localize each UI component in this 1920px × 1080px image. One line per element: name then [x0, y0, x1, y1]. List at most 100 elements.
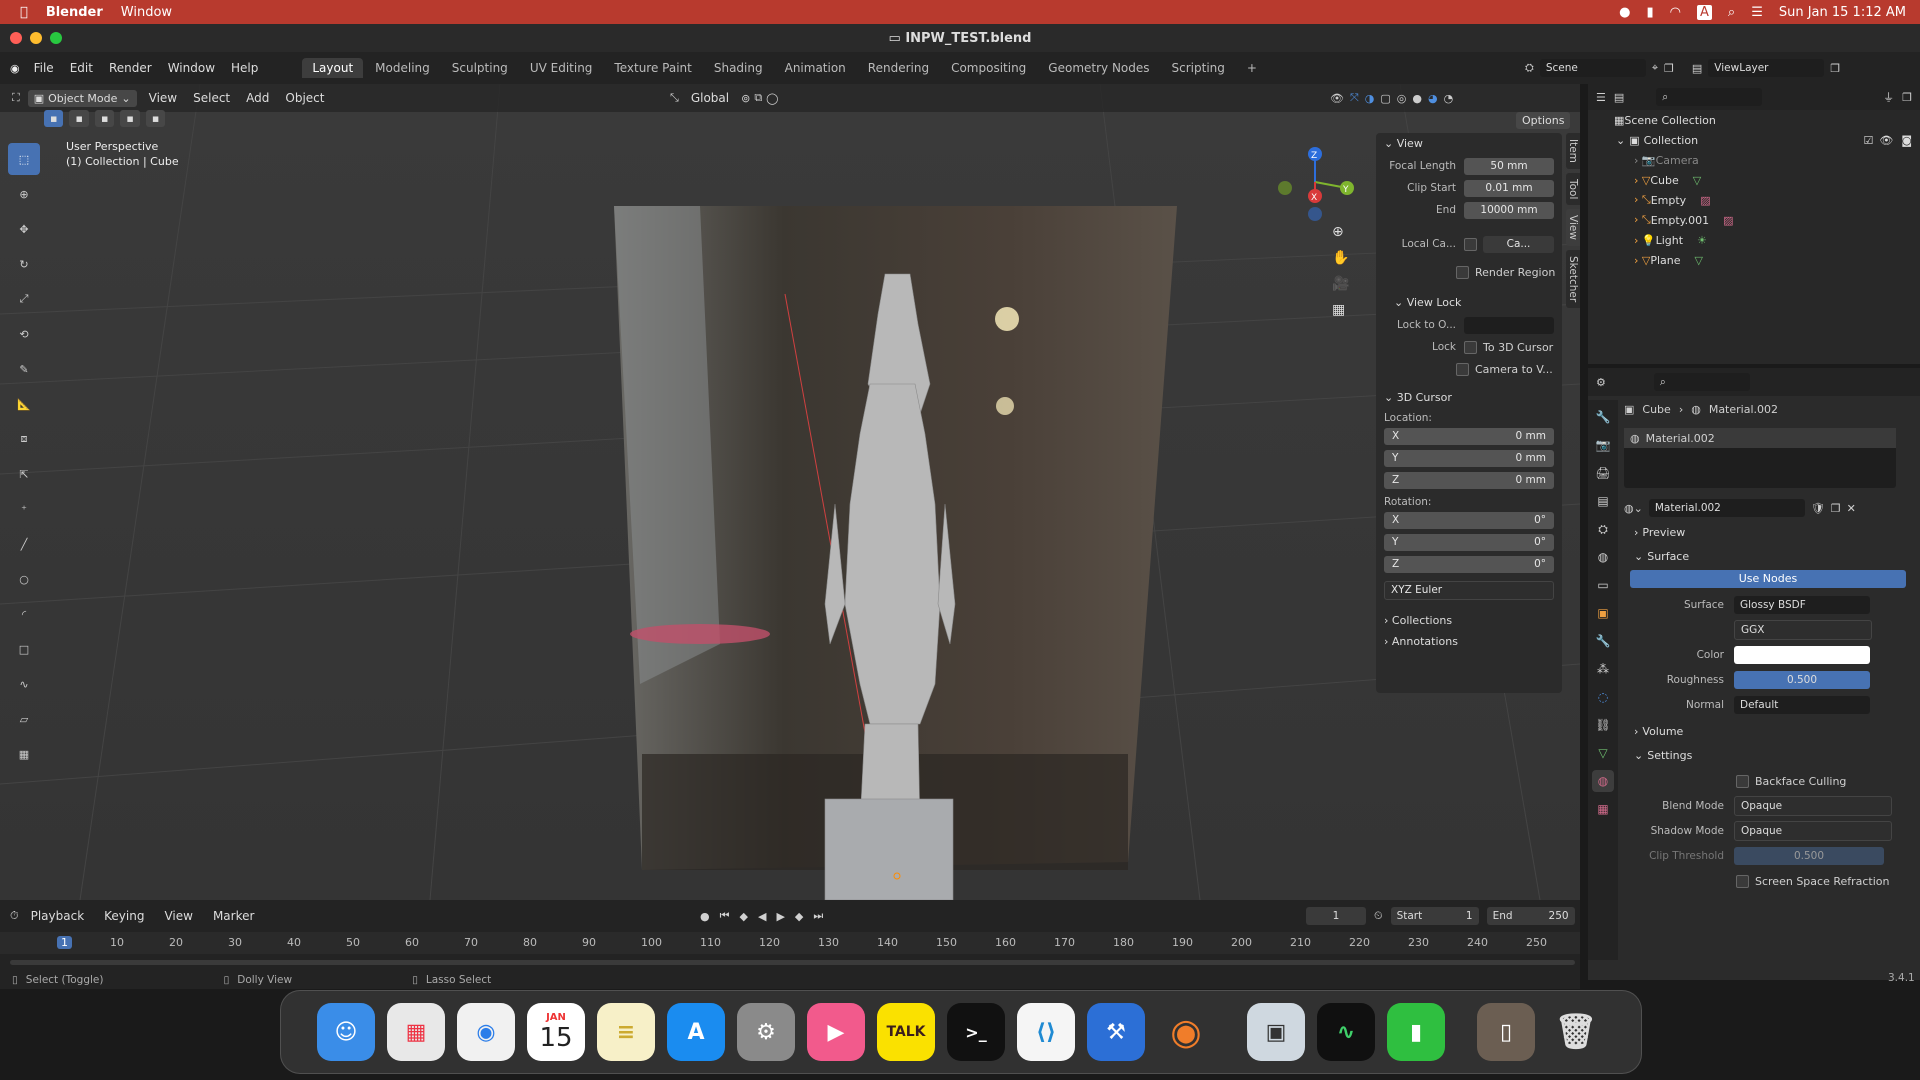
- camera-render-icon[interactable]: ◙: [1901, 134, 1912, 147]
- add-cube-icon[interactable]: ⧈: [8, 423, 40, 455]
- tab-view[interactable]: View: [1566, 209, 1580, 247]
- scene-collection-row[interactable]: ▦ Scene Collection: [1588, 110, 1920, 130]
- activity-monitor-icon[interactable]: ∿: [1317, 1003, 1375, 1061]
- view-lock-header[interactable]: ⌄ View Lock: [1376, 292, 1562, 313]
- outliner-item-cube[interactable]: › ▽ Cube ▽: [1588, 170, 1920, 190]
- properties-editor-icon[interactable]: ⚙: [1596, 376, 1606, 389]
- add-workspace-button[interactable]: +: [1237, 58, 1267, 78]
- select-invert-icon[interactable]: ▪: [120, 110, 140, 127]
- scene-tab-icon[interactable]: ⛭: [1592, 518, 1614, 540]
- next-keyframe-icon[interactable]: ◆: [795, 910, 803, 923]
- overlay-icon[interactable]: ◑: [1365, 92, 1375, 105]
- volume-section-header[interactable]: › Volume: [1624, 719, 1920, 743]
- notes-icon[interactable]: ≡: [597, 1003, 655, 1061]
- snap-icon[interactable]: ⧉: [754, 91, 762, 105]
- collection-row[interactable]: ⌄ ▣ Collection ☑ 👁 ◙: [1588, 130, 1920, 150]
- menu-keying[interactable]: Keying: [96, 909, 152, 923]
- view-layer-selector[interactable]: ViewLayer: [1708, 59, 1825, 77]
- texture-tab-icon[interactable]: ▦: [1592, 798, 1614, 820]
- cursor-loc-x[interactable]: X0 mm: [1384, 427, 1554, 445]
- menu-edit[interactable]: Edit: [62, 61, 101, 75]
- tab-animation[interactable]: Animation: [775, 58, 856, 78]
- lock-to-object-field[interactable]: [1464, 316, 1554, 334]
- rendered-shading-icon[interactable]: ◔: [1444, 92, 1454, 105]
- material-shading-icon[interactable]: ◕: [1428, 92, 1438, 105]
- apple-icon[interactable]: : [20, 5, 28, 20]
- blend-mode-dropdown[interactable]: Opaque: [1734, 796, 1892, 816]
- render-tab-icon[interactable]: 📷: [1592, 434, 1614, 456]
- screen-space-refraction-checkbox[interactable]: [1736, 874, 1749, 888]
- material-name-field[interactable]: Material.002: [1648, 499, 1805, 517]
- expand-icon[interactable]: ⌄: [1616, 134, 1625, 147]
- gizmo-icon[interactable]: ⤧: [1350, 91, 1359, 105]
- transform-orientation-icon[interactable]: ⤡: [670, 91, 679, 105]
- select-subtract-icon[interactable]: ▪: [94, 110, 115, 127]
- add-spline-icon[interactable]: ∿: [8, 668, 40, 700]
- eye-icon[interactable]: 👁: [1879, 134, 1893, 147]
- cursor-rot-x[interactable]: X 0°: [1384, 511, 1554, 529]
- timeline-ruler[interactable]: 1 10 20 30 40 50 60 70 80 90 100 110 120 130 140 150 160…: [0, 932, 1580, 954]
- play-reverse-icon[interactable]: ◀: [758, 910, 766, 923]
- editor-type-icon[interactable]: ⛶: [12, 91, 20, 105]
- current-frame-field[interactable]: 1: [1306, 907, 1366, 925]
- auto-key-icon[interactable]: ●: [700, 910, 710, 923]
- cursor-rot-y[interactable]: Y 0°: [1384, 533, 1554, 551]
- kakaotalk-icon[interactable]: TALK: [877, 1003, 935, 1061]
- collections-header[interactable]: › Collections: [1376, 610, 1562, 631]
- annotations-header[interactable]: › Annotations: [1376, 631, 1562, 652]
- recent-image-icon[interactable]: ▯: [1477, 1003, 1535, 1061]
- fake-user-icon[interactable]: 🛡: [1811, 502, 1825, 515]
- view-section-header[interactable]: ⌄ View: [1376, 133, 1562, 154]
- focal-length-field[interactable]: 50 mm: [1464, 157, 1554, 175]
- prev-keyframe-icon[interactable]: ◆: [740, 910, 748, 923]
- proportional-edit-icon[interactable]: ◯: [766, 92, 778, 105]
- clip-start-field[interactable]: 0.01 mm: [1464, 179, 1554, 197]
- duplicate-material-icon[interactable]: ❐: [1831, 502, 1841, 515]
- select-extend-icon[interactable]: ▪: [69, 110, 89, 127]
- tab-geometry-nodes[interactable]: Geometry Nodes: [1038, 58, 1159, 78]
- view-layer-tab-icon[interactable]: ▤: [1592, 490, 1614, 512]
- menu-object[interactable]: Object: [277, 91, 332, 105]
- material-browse-icon[interactable]: ◍⌄: [1624, 502, 1643, 515]
- filter-icon[interactable]: ⏚: [1883, 89, 1894, 105]
- 3d-viewport[interactable]: User Perspective (1) Collection | Cube Z…: [0, 84, 1580, 900]
- tab-texture-paint[interactable]: Texture Paint: [604, 58, 701, 78]
- chrome-icon[interactable]: ◉: [457, 1003, 515, 1061]
- menu-window[interactable]: Window: [160, 61, 223, 75]
- material-slot-row[interactable]: ◍ Material.002: [1624, 428, 1896, 448]
- roughness-slider[interactable]: 0.500: [1734, 671, 1870, 689]
- mode-selector[interactable]: ▣ Object Mode ⌄: [27, 89, 137, 107]
- material-slot-list[interactable]: ◍ Material.002: [1624, 428, 1896, 488]
- clip-threshold-slider[interactable]: 0.500: [1734, 847, 1884, 865]
- output-tab-icon[interactable]: 🖨: [1592, 462, 1614, 484]
- scale-icon[interactable]: ⤢: [8, 283, 40, 315]
- new-view-layer-icon[interactable]: ❐: [1830, 62, 1840, 75]
- shadow-mode-dropdown[interactable]: Opaque: [1734, 821, 1892, 841]
- tab-uv-editing[interactable]: UV Editing: [520, 58, 603, 78]
- system-settings-icon[interactable]: ⚙: [737, 1003, 795, 1061]
- vscode-icon[interactable]: ⟨⟩: [1017, 1003, 1075, 1061]
- xcode-icon[interactable]: ⚒: [1087, 1003, 1145, 1061]
- use-nodes-button[interactable]: Use Nodes: [1630, 570, 1906, 588]
- menu-marker[interactable]: Marker: [205, 909, 262, 923]
- add-point-icon[interactable]: ⁺: [8, 493, 40, 525]
- ortho-grid-icon[interactable]: ▦: [1332, 302, 1349, 318]
- navigation-gizmo[interactable]: Z Y X: [1275, 142, 1355, 222]
- select-box-icon[interactable]: ⬚: [8, 143, 40, 175]
- distribution-dropdown[interactable]: GGX: [1734, 620, 1872, 640]
- select-intersect-icon[interactable]: ▪: [145, 110, 166, 127]
- wifi-icon[interactable]: ◠: [1670, 5, 1681, 20]
- render-region-checkbox[interactable]: [1456, 265, 1469, 279]
- surface-section-header[interactable]: ⌄ Surface: [1624, 544, 1920, 568]
- constraints-tab-icon[interactable]: ⛓: [1592, 714, 1614, 736]
- preview-section-header[interactable]: › Preview: [1624, 520, 1920, 544]
- options-button[interactable]: Options: [1516, 112, 1571, 129]
- collection-tab-icon[interactable]: ▭: [1592, 574, 1614, 596]
- outliner-item-light[interactable]: › 💡 Light ☀: [1588, 230, 1920, 250]
- record-icon[interactable]: ●: [1619, 5, 1630, 20]
- measure-icon[interactable]: 📐: [8, 388, 40, 420]
- zoom-icon[interactable]: ⊕: [1332, 224, 1349, 240]
- xray-icon[interactable]: ▢: [1380, 92, 1390, 105]
- outliner-item-plane[interactable]: › ▽ Plane ▽: [1588, 250, 1920, 270]
- menu-render[interactable]: Render: [101, 61, 160, 75]
